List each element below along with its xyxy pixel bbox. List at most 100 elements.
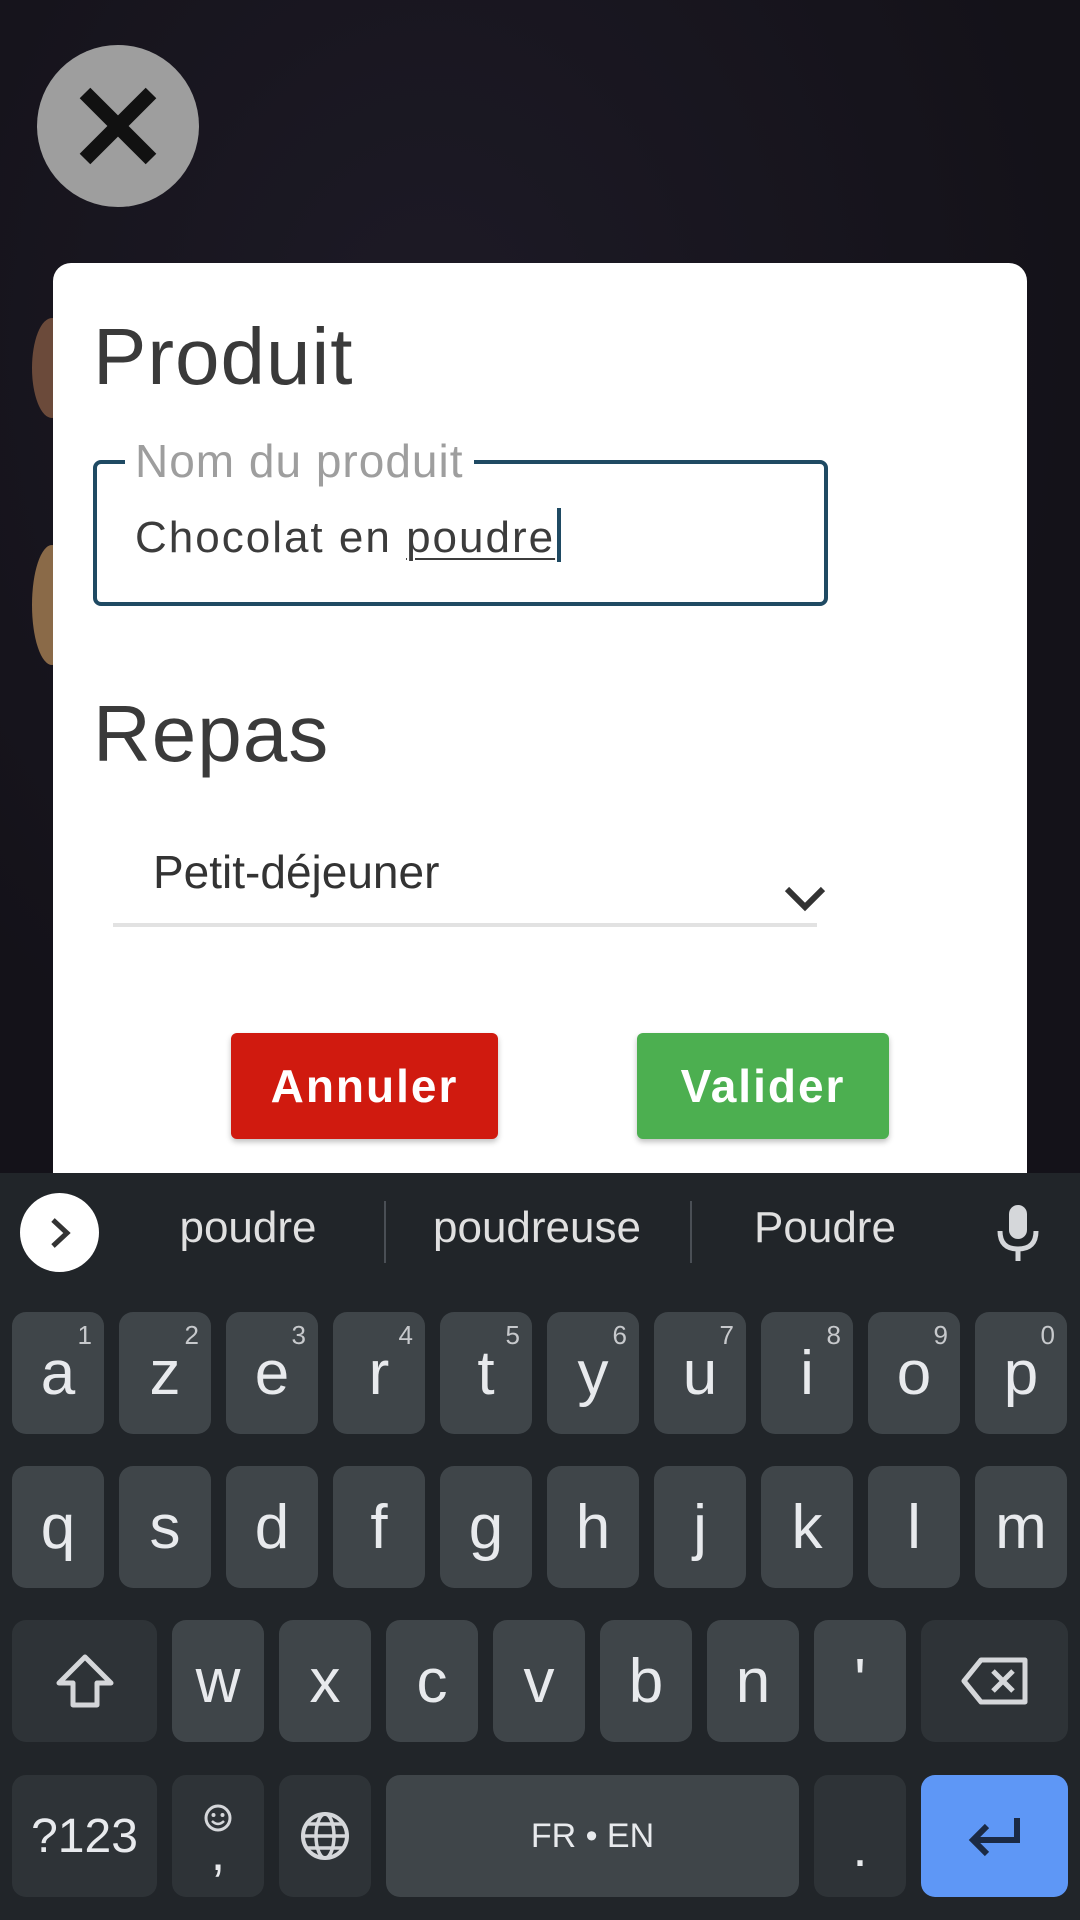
key-hint: 0 — [1040, 1320, 1055, 1350]
key-k[interactable]: k — [761, 1466, 853, 1588]
key-w[interactable]: w — [172, 1620, 264, 1742]
backspace-key[interactable] — [921, 1620, 1068, 1742]
shift-icon — [56, 1654, 113, 1708]
key-hint: 4 — [398, 1320, 413, 1350]
key-label: e — [254, 1338, 290, 1408]
suggestion-divider — [384, 1201, 386, 1263]
key-label: ' — [854, 1646, 866, 1716]
product-name-field[interactable]: Nom du produit Chocolat en poudre — [93, 434, 828, 606]
key-label: g — [468, 1492, 504, 1562]
key-hint: 7 — [719, 1320, 734, 1350]
key-l[interactable]: l — [868, 1466, 960, 1588]
composing-text: poudre — [406, 513, 556, 562]
product-name-text: Chocolat en — [135, 513, 407, 562]
key-label: h — [575, 1492, 611, 1562]
language-key[interactable] — [279, 1775, 371, 1897]
key-e[interactable]: e3 — [226, 1312, 318, 1434]
key-y[interactable]: y6 — [547, 1312, 639, 1434]
keyboard-toolbar-button[interactable] — [20, 1193, 99, 1272]
key-f[interactable]: f — [333, 1466, 425, 1588]
key-g[interactable]: g — [440, 1466, 532, 1588]
cancel-button[interactable]: Annuler — [231, 1033, 498, 1139]
key-v[interactable]: v — [493, 1620, 585, 1742]
key-j[interactable]: j — [654, 1466, 746, 1588]
key-label: m — [995, 1492, 1047, 1562]
key-s[interactable]: s — [119, 1466, 211, 1588]
key-label: q — [40, 1492, 76, 1562]
shift-key[interactable] — [12, 1620, 157, 1742]
microphone-icon[interactable] — [995, 1203, 1041, 1265]
key-n[interactable]: n — [707, 1620, 799, 1742]
key-label: c — [416, 1646, 448, 1716]
key-hint: 2 — [184, 1320, 199, 1350]
key-label: o — [896, 1338, 932, 1408]
soft-keyboard: poudre poudreuse Poudre ?123 , FR • EN .… — [0, 1173, 1080, 1920]
symbols-key[interactable]: ?123 — [12, 1775, 157, 1897]
comma-label: , — [210, 1824, 226, 1882]
key-z[interactable]: z2 — [119, 1312, 211, 1434]
suggestion-2[interactable]: poudreuse — [412, 1203, 662, 1253]
meal-heading: Repas — [93, 689, 330, 778]
key-label: n — [735, 1646, 771, 1716]
backspace-icon — [961, 1657, 1027, 1705]
key-label: r — [368, 1338, 390, 1408]
key-i[interactable]: i8 — [761, 1312, 853, 1434]
period-key[interactable]: . — [814, 1775, 906, 1897]
key-x[interactable]: x — [279, 1620, 371, 1742]
key-label: u — [682, 1338, 718, 1408]
meal-select[interactable]: Petit-déjeuner — [113, 833, 817, 927]
key-label: x — [309, 1646, 341, 1716]
key-t[interactable]: t5 — [440, 1312, 532, 1434]
suggestion-3[interactable]: Poudre — [720, 1203, 930, 1253]
key-label: v — [523, 1646, 555, 1716]
chevron-right-icon — [50, 1217, 71, 1248]
key-p[interactable]: p0 — [975, 1312, 1067, 1434]
key-b[interactable]: b — [600, 1620, 692, 1742]
enter-key[interactable] — [921, 1775, 1068, 1897]
key-label: p — [1003, 1338, 1039, 1408]
text-caret — [557, 508, 562, 562]
key-label: a — [40, 1338, 76, 1408]
key-r[interactable]: r4 — [333, 1312, 425, 1434]
product-name-label: Nom du produit — [125, 434, 474, 488]
product-name-input[interactable]: Chocolat en poudre — [135, 508, 562, 563]
suggestion-bar: poudre poudreuse Poudre — [0, 1173, 1080, 1295]
key-label: b — [628, 1646, 664, 1716]
key-hint: 9 — [933, 1320, 948, 1350]
close-button[interactable] — [37, 45, 199, 207]
key-q[interactable]: q — [12, 1466, 104, 1588]
key-label: s — [149, 1492, 181, 1562]
meal-select-value: Petit-déjeuner — [153, 846, 440, 898]
key-o[interactable]: o9 — [868, 1312, 960, 1434]
key-label: i — [800, 1338, 814, 1408]
key-label: j — [693, 1492, 707, 1562]
product-heading: Produit — [93, 312, 354, 401]
key-apostrophe[interactable]: ' — [814, 1620, 906, 1742]
suggestion-divider — [690, 1201, 692, 1263]
close-icon — [79, 87, 157, 165]
key-label: f — [370, 1492, 388, 1562]
key-hint: 8 — [826, 1320, 841, 1350]
key-d[interactable]: d — [226, 1466, 318, 1588]
key-label: l — [907, 1492, 921, 1562]
chevron-down-icon[interactable] — [783, 883, 827, 913]
product-dialog: Produit Nom du produit Chocolat en poudr… — [53, 263, 1027, 1183]
suggestion-1[interactable]: poudre — [148, 1203, 348, 1253]
key-h[interactable]: h — [547, 1466, 639, 1588]
enter-icon — [968, 1818, 1020, 1857]
key-hint: 3 — [291, 1320, 306, 1350]
key-hint: 6 — [612, 1320, 627, 1350]
key-label: z — [149, 1338, 181, 1408]
globe-icon — [301, 1812, 349, 1860]
validate-button[interactable]: Valider — [637, 1033, 889, 1139]
key-hint: 5 — [505, 1320, 520, 1350]
key-label: t — [477, 1338, 495, 1408]
comma-key[interactable]: , — [172, 1775, 264, 1897]
key-label: d — [254, 1492, 290, 1562]
key-m[interactable]: m — [975, 1466, 1067, 1588]
space-key[interactable]: FR • EN — [386, 1775, 799, 1897]
key-hint: 1 — [77, 1320, 92, 1350]
key-a[interactable]: a1 — [12, 1312, 104, 1434]
key-c[interactable]: c — [386, 1620, 478, 1742]
key-u[interactable]: u7 — [654, 1312, 746, 1434]
